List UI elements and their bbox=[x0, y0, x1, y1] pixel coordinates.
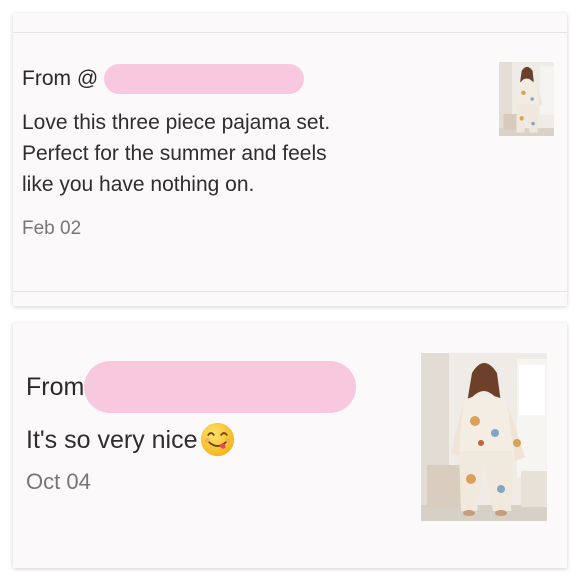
review-date: Oct 04 bbox=[26, 469, 91, 494]
review-card: From @ Love this three piece pajama set.… bbox=[13, 13, 567, 306]
review-message-text: It's so very nice bbox=[26, 425, 198, 454]
from-label: From bbox=[26, 372, 85, 401]
divider bbox=[13, 291, 567, 292]
divider bbox=[13, 32, 567, 33]
redacted-username bbox=[84, 361, 357, 413]
review-message-line: like you have nothing on. bbox=[22, 173, 255, 196]
product-thumbnail[interactable] bbox=[421, 353, 547, 521]
review-date: Feb 02 bbox=[22, 218, 82, 239]
review-message: It's so very nice bbox=[26, 421, 236, 458]
face-savoring-food-emoji-icon bbox=[199, 421, 236, 458]
from-label: From @ bbox=[22, 67, 99, 90]
review-message: Love this three piece pajama set. Perfec… bbox=[22, 107, 442, 200]
product-thumbnail[interactable] bbox=[499, 62, 554, 136]
review-card: From It's so very nice Oct 04 bbox=[13, 323, 567, 568]
review-message-line: Love this three piece pajama set. bbox=[22, 111, 331, 134]
review-author-row: From @ bbox=[22, 64, 305, 94]
redacted-username bbox=[104, 64, 305, 94]
review-message-line: Perfect for the summer and feels bbox=[22, 142, 327, 165]
review-author-row: From bbox=[26, 361, 357, 413]
